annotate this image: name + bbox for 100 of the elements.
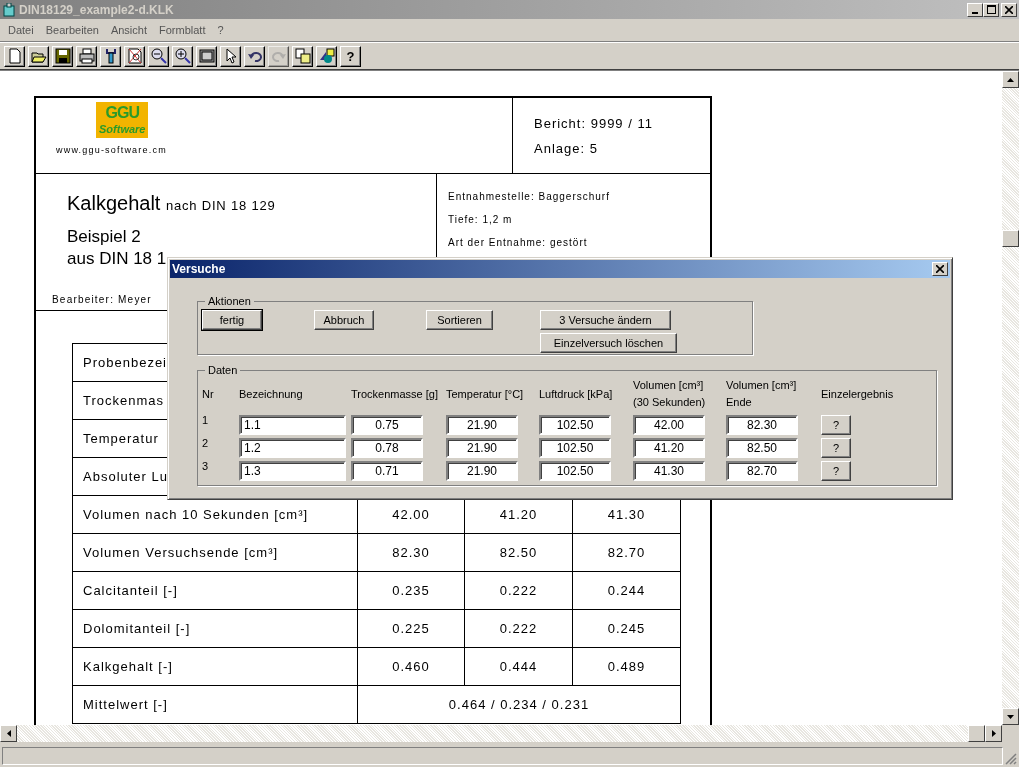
- column-header: Nr: [202, 386, 215, 402]
- close-icon: [936, 265, 944, 273]
- scroll-up-button[interactable]: [1002, 71, 1019, 88]
- input-field[interactable]: 1.2: [239, 438, 346, 458]
- input-field[interactable]: 0.71: [351, 461, 423, 481]
- scroll-left-button[interactable]: [0, 725, 17, 742]
- close-icon: [1005, 5, 1013, 14]
- vertical-scrollbar[interactable]: [1002, 71, 1019, 725]
- menu-item[interactable]: Ansicht: [104, 24, 153, 36]
- menu-item[interactable]: ?: [211, 24, 230, 36]
- annex-number: Anlage: 5: [534, 141, 599, 156]
- toolbar-button[interactable]: [28, 45, 49, 67]
- result-button[interactable]: ?: [821, 415, 851, 435]
- toolbar-button[interactable]: [148, 45, 169, 67]
- input-field[interactable]: 41.30: [633, 461, 705, 481]
- scroll-right-button[interactable]: [985, 725, 1002, 742]
- toolbar-button[interactable]: [100, 45, 121, 67]
- result-button[interactable]: ?: [821, 438, 851, 458]
- table-cell: 0.222: [465, 572, 573, 610]
- menu-item[interactable]: Formblatt: [153, 24, 212, 36]
- column-header: Volumen [cm³] (30 Sekunden): [633, 378, 707, 410]
- table-cell: 0.460: [358, 648, 465, 686]
- left-arrow-icon: [6, 730, 11, 737]
- group-label: Daten: [207, 364, 239, 376]
- toolbar-button[interactable]: [244, 45, 265, 67]
- sample-info: Art der Entnahme: gestört: [448, 236, 589, 249]
- input-field[interactable]: 102.50: [539, 461, 611, 481]
- website-url: www.ggu-software.cm: [56, 145, 167, 155]
- table-cell: 0.245: [573, 610, 681, 648]
- toolbar-button[interactable]: [196, 45, 217, 67]
- logo: GGU Software: [96, 102, 149, 138]
- column-header: Volumen [cm³] Ende: [726, 378, 798, 410]
- up-arrow-icon: [1007, 77, 1014, 82]
- input-field[interactable]: 41.20: [633, 438, 705, 458]
- scroll-thumb[interactable]: [1002, 230, 1019, 247]
- row-number: 3: [202, 460, 210, 472]
- input-field[interactable]: 1.1: [239, 415, 346, 435]
- horizontal-scrollbar[interactable]: [0, 725, 1002, 742]
- result-button[interactable]: ?: [821, 461, 851, 481]
- scroll-down-button[interactable]: [1002, 708, 1019, 725]
- table-cell: 82.70: [573, 534, 681, 572]
- table-cell: Dolomitanteil [-]: [73, 610, 358, 648]
- input-field[interactable]: 82.70: [726, 461, 798, 481]
- frame-icon: [198, 48, 215, 64]
- column-header: Temperatur [°C]: [446, 386, 525, 402]
- input-field[interactable]: 82.30: [726, 415, 798, 435]
- toolbar-button[interactable]: [76, 45, 97, 67]
- input-field[interactable]: 21.90: [446, 415, 518, 435]
- example-title: Beispiel 2: [67, 227, 142, 247]
- toolbar-button[interactable]: ?: [340, 45, 361, 67]
- input-field[interactable]: 102.50: [539, 438, 611, 458]
- column-header: Luftdruck [kPa]: [539, 386, 614, 402]
- input-field[interactable]: 102.50: [539, 415, 611, 435]
- action-button[interactable]: Einzelversuch löschen: [540, 333, 677, 353]
- scroll-thumb[interactable]: [968, 725, 985, 742]
- toolbar-button[interactable]: [316, 45, 337, 67]
- group-label: Aktionen: [207, 295, 252, 307]
- input-field[interactable]: 0.78: [351, 438, 423, 458]
- table-cell: Volumen Versuchsende [cm³]: [73, 534, 358, 572]
- copy-icon: [294, 48, 311, 64]
- toolbar-button[interactable]: [292, 45, 313, 67]
- shapes-icon: [318, 48, 335, 64]
- minimize-button[interactable]: [967, 2, 983, 17]
- toolbar-button[interactable]: [124, 45, 145, 67]
- printer-icon: [78, 48, 95, 64]
- action-button[interactable]: fertig: [202, 310, 262, 330]
- table-cell: 82.30: [358, 534, 465, 572]
- column-header: Einzelergebnis: [821, 386, 895, 402]
- toolbar-button[interactable]: [52, 45, 73, 67]
- menu-item[interactable]: Datei: [2, 24, 40, 36]
- sample-info: Entnahmestelle: Baggerschurf: [448, 190, 611, 203]
- source-text: aus DIN 18 1: [67, 249, 167, 269]
- zoom-in-icon: [174, 48, 191, 64]
- maximize-button[interactable]: [983, 2, 999, 17]
- sample-info: Tiefe: 1,2 m: [448, 213, 514, 226]
- toolbar-button[interactable]: [172, 45, 193, 67]
- input-field[interactable]: 0.75: [351, 415, 423, 435]
- table-cell: 82.50: [465, 534, 573, 572]
- input-field[interactable]: 21.90: [446, 461, 518, 481]
- action-button[interactable]: Abbruch: [314, 310, 374, 330]
- table-cell: 0.235: [358, 572, 465, 610]
- input-field[interactable]: 21.90: [446, 438, 518, 458]
- close-button[interactable]: [932, 262, 948, 276]
- resize-grip-icon[interactable]: [1005, 753, 1017, 765]
- toolbar-button[interactable]: [220, 45, 241, 67]
- window-title: DIN18129_example2-d.KLK: [19, 2, 174, 17]
- close-button[interactable]: [1001, 2, 1017, 17]
- maximize-icon: [986, 5, 996, 14]
- toolbar-button[interactable]: [4, 45, 25, 67]
- table-cell: 0.489: [573, 648, 681, 686]
- action-button[interactable]: Sortieren: [426, 310, 493, 330]
- table-cell: Mittelwert [-]: [73, 686, 358, 724]
- input-field[interactable]: 42.00: [633, 415, 705, 435]
- input-field[interactable]: 82.50: [726, 438, 798, 458]
- blank-page-icon: [6, 48, 23, 64]
- menu-item[interactable]: Bearbeiten: [39, 24, 105, 36]
- right-arrow-icon: [991, 730, 996, 737]
- action-button[interactable]: 3 Versuche ändern: [540, 310, 671, 330]
- table-cell: 0.222: [465, 610, 573, 648]
- input-field[interactable]: 1.3: [239, 461, 346, 481]
